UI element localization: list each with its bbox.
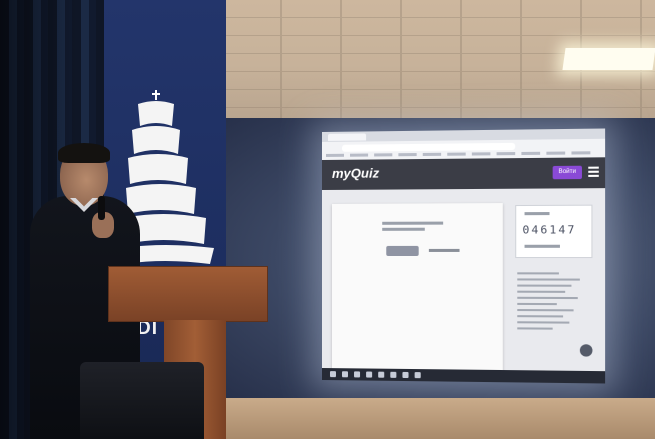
card-start-button [386,245,419,256]
login-button: Войти [552,165,582,180]
speaker-hair [58,143,110,163]
floor-monitor-speaker [80,362,204,439]
quiz-card [331,203,503,377]
instructions-list [517,272,586,334]
projected-screen: myQuiz Войти 046147 [322,128,606,384]
help-icon [579,344,593,357]
conference-hall-scene: DI myQuiz Войти 046147 [0,0,655,439]
bookmarks-bar [325,151,593,157]
url-field [341,142,516,152]
browser-tab [327,132,367,141]
app-header: myQuiz Войти [322,157,606,190]
game-pin: 046147 [522,223,577,237]
stage-floor [200,398,655,439]
pin-label [524,212,550,216]
app-brand: myQuiz [331,165,380,181]
lectern-top [108,266,268,322]
menu-icon [588,166,599,177]
card-subtitle-line [382,227,425,231]
game-pin-box: 046147 [515,204,593,259]
ceiling [222,0,655,118]
card-title-line [382,221,444,225]
microphone [98,196,105,220]
ceiling-light [562,48,655,70]
card-link [428,248,460,252]
pin-footer [524,244,560,248]
